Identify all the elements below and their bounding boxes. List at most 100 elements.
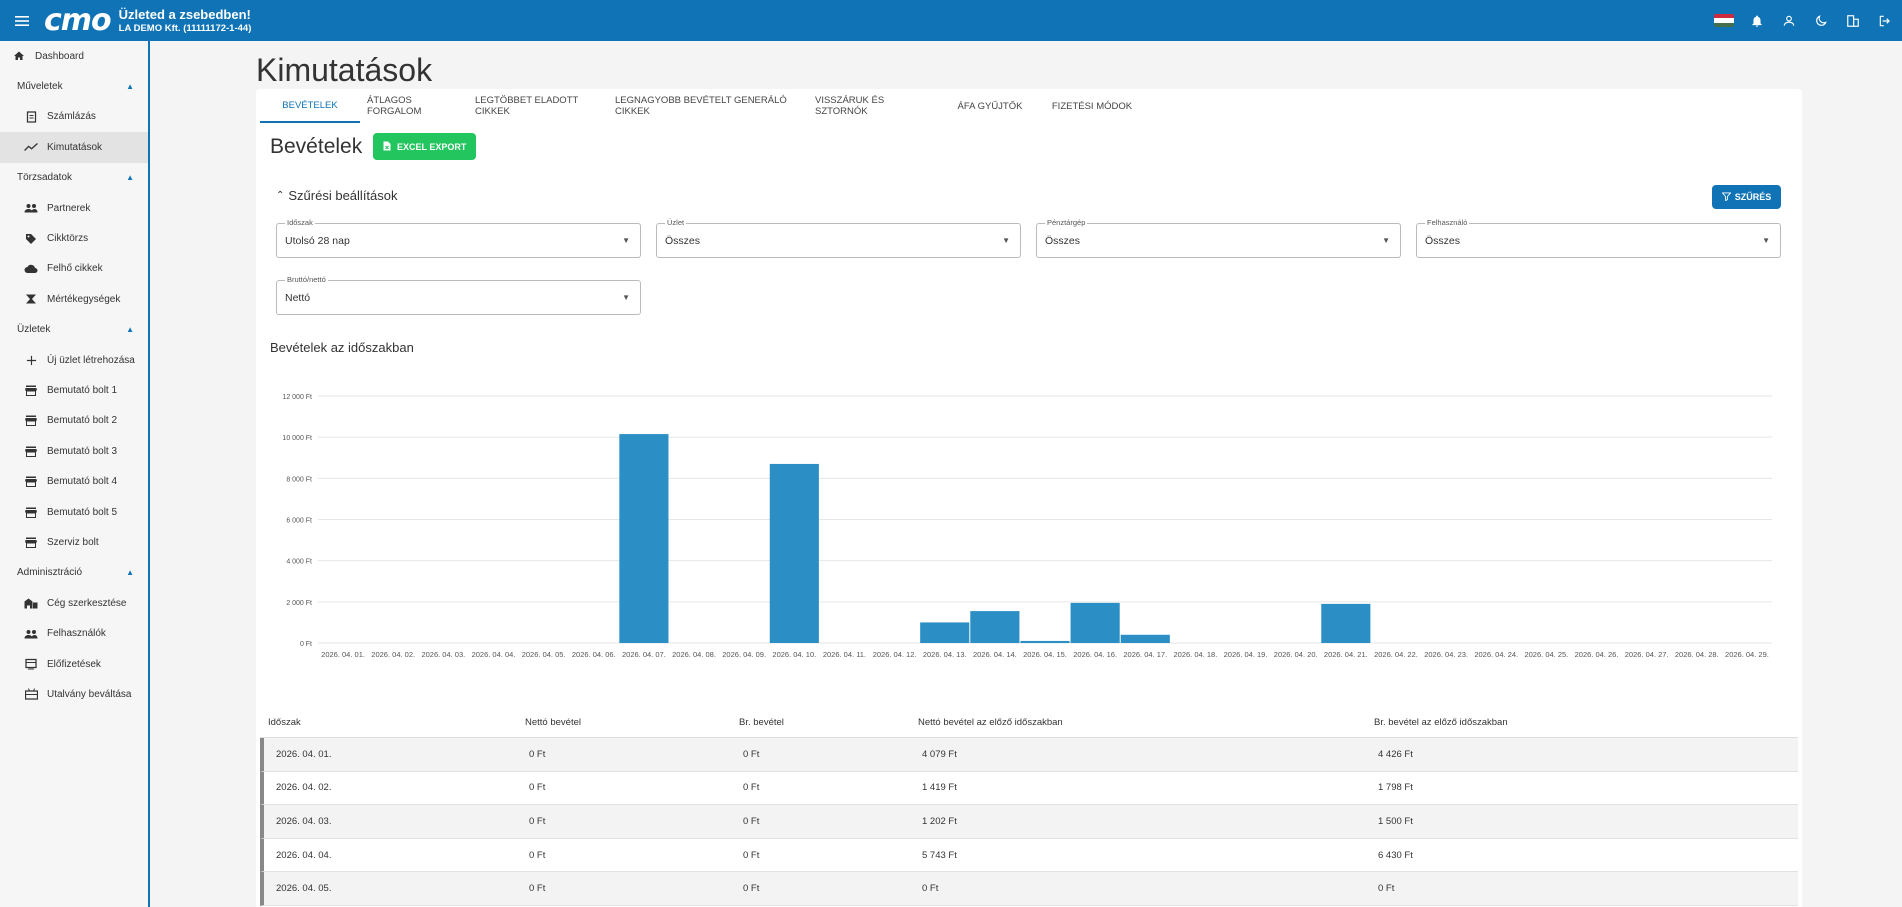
register-select[interactable]: Pénztárgép Összes ▼	[1036, 218, 1401, 258]
user-select[interactable]: Felhasználó Összes ▼	[1416, 218, 1781, 258]
app-logo[interactable]: cmo	[44, 5, 112, 36]
table-cell: 4 426 Ft	[1378, 748, 1413, 760]
sidebar-item-partnerek[interactable]: Partnerek	[0, 193, 148, 223]
sidebar-item-ceg-szerkesztese[interactable]: Cég szerkesztése	[0, 588, 148, 618]
table-cell: 0 Ft	[743, 782, 760, 794]
tab-afa-gyujtok[interactable]: ÁFA gyűjtők	[946, 89, 1034, 123]
sidebar-item-label: Cikktörzs	[47, 233, 89, 245]
sidebar-item-bolt-1[interactable]: Bemutató bolt 1	[0, 375, 148, 405]
column-header[interactable]: Br. bevétel az előző időszakban	[1374, 717, 1794, 728]
table-row[interactable]: 2026. 04. 02. 0 Ft 0 Ft 1 419 Ft 1 798 Ft	[260, 771, 1798, 806]
x-tick-label: 2026. 04. 27.	[1625, 650, 1669, 659]
home-icon	[12, 49, 26, 63]
column-header[interactable]: Időszak	[260, 717, 525, 728]
x-tick-label: 2026. 04. 14.	[973, 650, 1017, 659]
store-icon	[24, 383, 38, 397]
sidebar-item-uj-uzlet[interactable]: Új üzlet létrehozása	[0, 345, 148, 375]
sidebar-group-uzletek[interactable]: Üzletek ▲	[0, 315, 148, 345]
sidebar-item-szamlazas[interactable]: Számlázás	[0, 102, 148, 132]
sidebar-item-label: Szerviz bolt	[47, 536, 99, 548]
column-header[interactable]: Nettó bevétel az előző időszakban	[918, 717, 1374, 728]
y-tick-label: 4 000 Ft	[286, 559, 312, 566]
table-cell: 1 798 Ft	[1378, 782, 1413, 794]
brand-info: Üzleted a zsebedben! LA DEMO Kft. (11111…	[119, 7, 252, 34]
store-select[interactable]: Üzlet Összes ▼	[656, 218, 1021, 258]
tab-fizetesi-modok[interactable]: Fizetési módok	[1034, 89, 1150, 123]
sidebar-item-label: Felhő cikkek	[47, 263, 103, 275]
people-icon	[24, 201, 38, 215]
store-icon	[24, 414, 38, 428]
y-tick-label: 12 000 Ft	[282, 394, 312, 401]
table-row[interactable]: 2026. 04. 03. 0 Ft 0 Ft 1 202 Ft 1 500 Ft	[260, 805, 1798, 839]
chart-bar[interactable]	[1070, 602, 1120, 643]
building-icon[interactable]	[1844, 12, 1862, 30]
table-row[interactable]: 2026. 04. 04. 0 Ft 0 Ft 5 743 Ft 6 430 Ft	[260, 838, 1798, 873]
sidebar-item-utalvany[interactable]: Utalvány beváltása	[0, 679, 148, 709]
group-label: Üzletek	[17, 324, 51, 336]
x-tick-label: 2026. 04. 10.	[772, 650, 816, 659]
gross-net-select[interactable]: Bruttó/nettó Nettó ▼	[276, 275, 641, 315]
sidebar-item-szerviz-bolt[interactable]: Szerviz bolt	[0, 527, 148, 557]
chart-bar[interactable]	[1120, 634, 1170, 643]
x-tick-label: 2026. 04. 15.	[1023, 650, 1067, 659]
sidebar-item-mertekegysegek[interactable]: Mértékegységek	[0, 284, 148, 314]
sidebar-item-label: Partnerek	[47, 202, 91, 214]
sidebar-item-felho-cikkek[interactable]: Felhő cikkek	[0, 254, 148, 284]
sidebar-item-bolt-2[interactable]: Bemutató bolt 2	[0, 406, 148, 436]
chart-bar[interactable]	[619, 434, 669, 643]
store-icon	[24, 444, 38, 458]
column-header[interactable]: Nettó bevétel	[525, 717, 739, 728]
sidebar-group-muveletek[interactable]: Műveletek ▲	[0, 71, 148, 101]
chart-bar[interactable]	[1321, 603, 1371, 643]
field-label: Időszak	[285, 218, 315, 227]
table-row[interactable]: 2026. 04. 05. 0 Ft 0 Ft 0 Ft 0 Ft	[260, 872, 1798, 906]
chart-bar[interactable]	[769, 463, 819, 643]
chart-bar[interactable]	[920, 622, 970, 643]
chart-bar[interactable]	[1020, 640, 1070, 643]
tab-legtobbet-eladott[interactable]: Legtöbbet eladott cikkek	[468, 89, 608, 123]
sidebar-item-bolt-4[interactable]: Bemutató bolt 4	[0, 466, 148, 496]
tab-bevetelek[interactable]: Bevételek	[260, 89, 360, 123]
filter-settings-toggle[interactable]: ⌃ Szűrési beállítások	[276, 188, 398, 203]
x-tick-label: 2026. 04. 02.	[371, 650, 415, 659]
sidebar-group-torzsadatok[interactable]: Törzsadatok ▲	[0, 163, 148, 193]
sidebar-group-adminisztracio[interactable]: Adminisztráció ▲	[0, 558, 148, 588]
logout-icon[interactable]	[1876, 12, 1894, 30]
table-cell: 4 079 Ft	[922, 748, 957, 760]
flag-hu-icon[interactable]	[1714, 14, 1734, 27]
sidebar-item-felhasznalok[interactable]: Felhasználók	[0, 618, 148, 648]
x-tick-label: 2026. 04. 20.	[1274, 650, 1318, 659]
tab-atlagos-forgalom[interactable]: Átlagos forgalom	[360, 89, 468, 123]
excel-export-button[interactable]: Excel export	[373, 133, 477, 160]
period-select[interactable]: Időszak Utolsó 28 nap ▼	[276, 218, 641, 258]
bell-icon[interactable]	[1748, 12, 1766, 30]
company-name: LA DEMO Kft. (11111172-1-44)	[118, 22, 252, 34]
x-tick-label: 2026. 04. 01.	[321, 650, 365, 659]
field-value: Összes	[1045, 235, 1081, 247]
top-actions	[1714, 0, 1894, 41]
x-tick-label: 2026. 04. 08.	[672, 650, 716, 659]
x-tick-label: 2026. 04. 23.	[1424, 650, 1468, 659]
tab-visszaruk[interactable]: Visszáruk és sztornók	[808, 89, 946, 123]
user-icon[interactable]	[1780, 12, 1798, 30]
x-tick-label: 2026. 04. 11.	[823, 650, 866, 659]
sidebar-item-elofizetesek[interactable]: Előfizetések	[0, 649, 148, 679]
excel-export-label: Excel export	[397, 141, 467, 152]
filter-button[interactable]: Szűrés	[1712, 185, 1781, 209]
cloud-icon	[24, 262, 38, 276]
moon-icon[interactable]	[1812, 12, 1830, 30]
sidebar-item-label: Előfizetések	[47, 658, 101, 670]
table-row[interactable]: 2026. 04. 01. 0 Ft 0 Ft 4 079 Ft 4 426 Ft	[260, 738, 1798, 772]
table-cell: 2026. 04. 01.	[276, 748, 332, 760]
menu-icon[interactable]	[0, 0, 44, 41]
column-header[interactable]: Br. bevétel	[739, 717, 918, 728]
chart-bar[interactable]	[970, 611, 1020, 643]
table-cell: 0 Ft	[529, 849, 546, 861]
sidebar-item-bolt-5[interactable]: Bemutató bolt 5	[0, 497, 148, 527]
sidebar-item-bolt-3[interactable]: Bemutató bolt 3	[0, 436, 148, 466]
tab-legnagyobb-bevetel[interactable]: Legnagyobb bevételt generáló cikkek	[608, 89, 808, 123]
sidebar-item-cikktorzs[interactable]: Cikktörzs	[0, 223, 148, 253]
dropdown-arrow-icon: ▼	[1762, 236, 1770, 245]
sidebar-item-kimutatasok[interactable]: Kimutatások	[0, 132, 148, 163]
sidebar-item-dashboard[interactable]: Dashboard	[0, 41, 148, 71]
